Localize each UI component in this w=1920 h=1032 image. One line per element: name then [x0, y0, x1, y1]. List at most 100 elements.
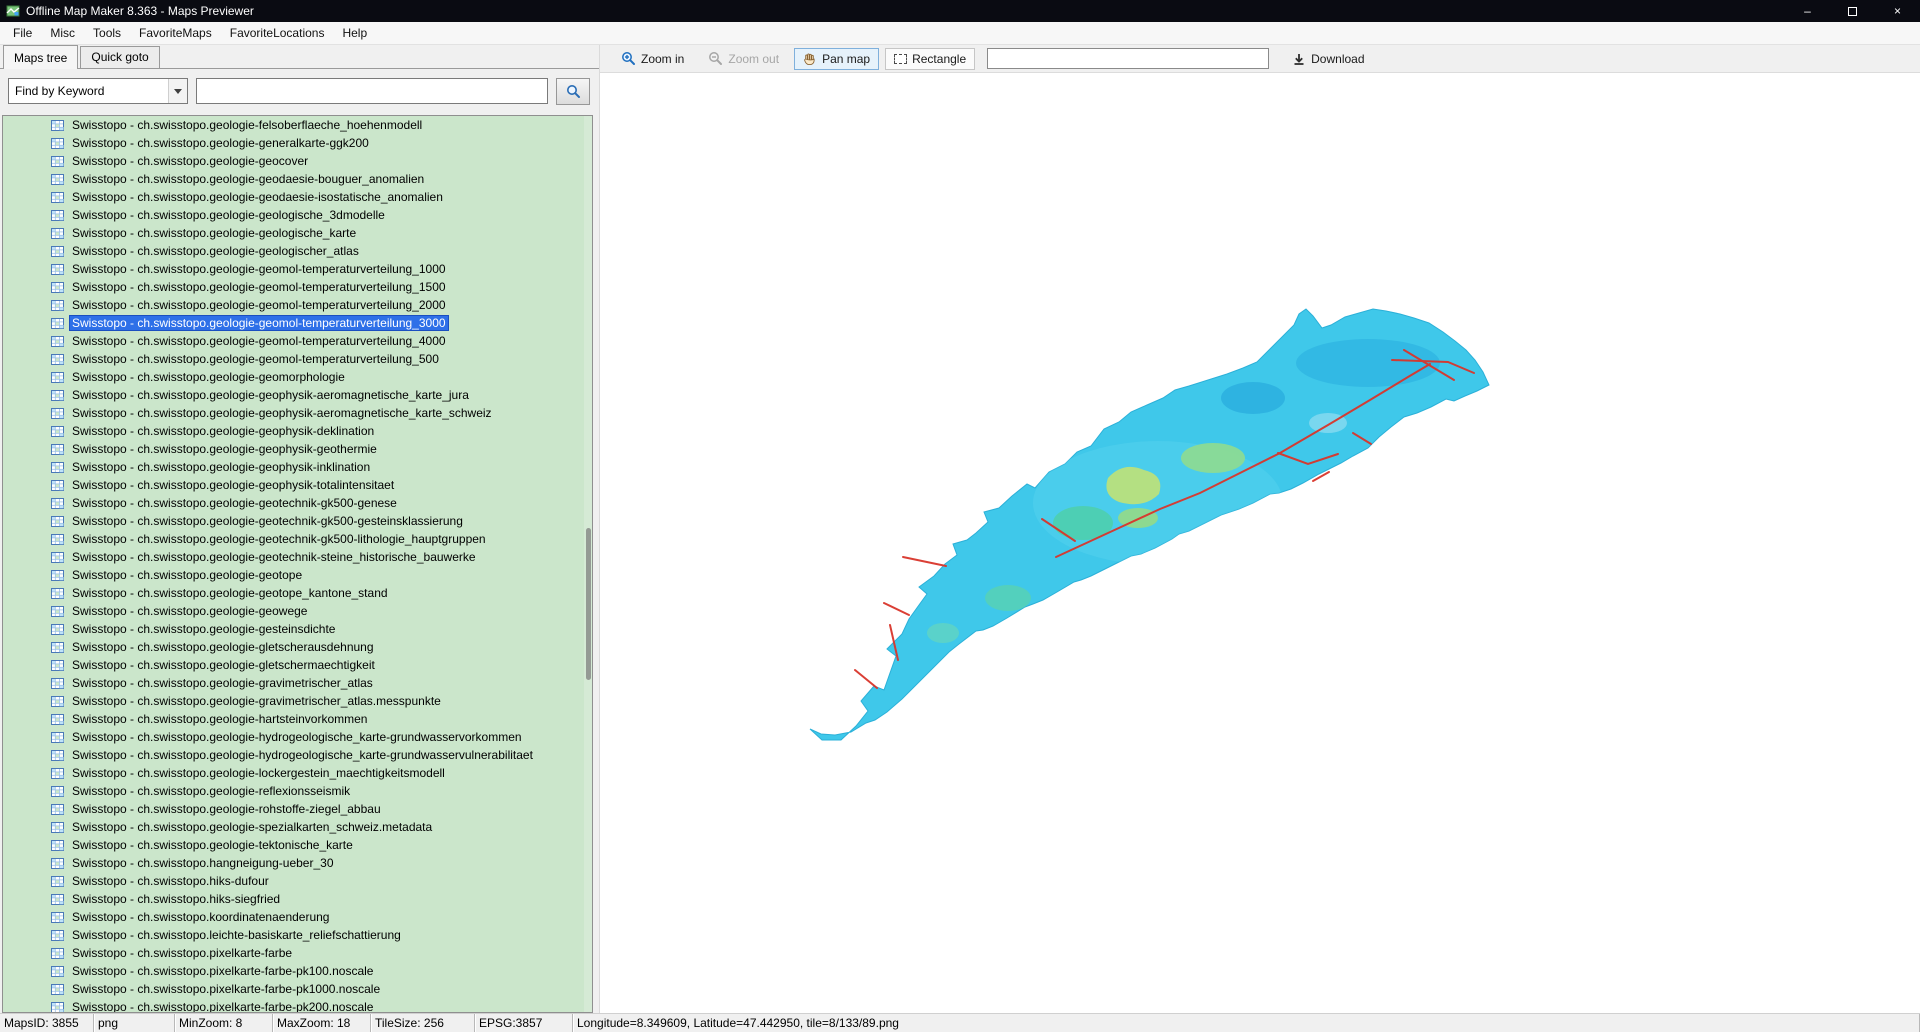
- tree-item[interactable]: Swisstopo - ch.swisstopo.pixelkarte-farb…: [3, 998, 592, 1013]
- map-layer-icon: [51, 696, 64, 707]
- map-layer-icon: [51, 588, 64, 599]
- tree-item-label: Swisstopo - ch.swisstopo.geologie-gletsc…: [69, 639, 377, 655]
- tree-item[interactable]: Swisstopo - ch.swisstopo.hiks-dufour: [3, 872, 592, 890]
- tree-item[interactable]: Swisstopo - ch.swisstopo.geologie-locker…: [3, 764, 592, 782]
- tree-item[interactable]: Swisstopo - ch.swisstopo.geologie-geomol…: [3, 314, 592, 332]
- tree-item[interactable]: Swisstopo - ch.swisstopo.geologie-geophy…: [3, 404, 592, 422]
- menu-misc[interactable]: Misc: [41, 23, 84, 43]
- tree-item[interactable]: Swisstopo - ch.swisstopo.geologie-gletsc…: [3, 656, 592, 674]
- menu-tools[interactable]: Tools: [84, 23, 130, 43]
- tree-item[interactable]: Swisstopo - ch.swisstopo.leichte-basiska…: [3, 926, 592, 944]
- tree-scrollbar[interactable]: [584, 116, 592, 1012]
- tree-item[interactable]: Swisstopo - ch.swisstopo.pixelkarte-farb…: [3, 944, 592, 962]
- tree-item-label: Swisstopo - ch.swisstopo.geologie-gravim…: [69, 693, 444, 709]
- tree-item-label: Swisstopo - ch.swisstopo.pixelkarte-farb…: [69, 981, 383, 997]
- map-layer-icon: [51, 840, 64, 851]
- tree-item[interactable]: Swisstopo - ch.swisstopo.geologie-genera…: [3, 134, 592, 152]
- tree-item[interactable]: Swisstopo - ch.swisstopo.geologie-geolog…: [3, 242, 592, 260]
- tree-item[interactable]: Swisstopo - ch.swisstopo.geologie-reflex…: [3, 782, 592, 800]
- tree-item[interactable]: Swisstopo - ch.swisstopo.geologie-tekton…: [3, 836, 592, 854]
- tree-item[interactable]: Swisstopo - ch.swisstopo.geologie-gletsc…: [3, 638, 592, 656]
- tree-item[interactable]: Swisstopo - ch.swisstopo.geologie-geotec…: [3, 548, 592, 566]
- tree-item[interactable]: Swisstopo - ch.swisstopo.geologie-geophy…: [3, 476, 592, 494]
- tree-item-label: Swisstopo - ch.swisstopo.geologie-geotec…: [69, 495, 400, 511]
- tree-item[interactable]: Swisstopo - ch.swisstopo.geologie-gestei…: [3, 620, 592, 638]
- tree-item[interactable]: Swisstopo - ch.swisstopo.geologie-geolog…: [3, 206, 592, 224]
- tree-item[interactable]: Swisstopo - ch.swisstopo.geologie-geomol…: [3, 350, 592, 368]
- tree-item[interactable]: Swisstopo - ch.swisstopo.geologie-geophy…: [3, 386, 592, 404]
- tree-item[interactable]: Swisstopo - ch.swisstopo.pixelkarte-farb…: [3, 980, 592, 998]
- zoom-out-label: Zoom out: [728, 52, 779, 66]
- map-layer-icon: [51, 372, 64, 383]
- title-bar: Offline Map Maker 8.363 - Maps Previewer…: [0, 0, 1920, 22]
- tree-item-label: Swisstopo - ch.swisstopo.geologie-geophy…: [69, 441, 380, 457]
- menu-file[interactable]: File: [4, 23, 41, 43]
- tree-item[interactable]: Swisstopo - ch.swisstopo.geologie-geomor…: [3, 368, 592, 386]
- map-panel: Zoom in Zoom out: [600, 45, 1920, 1013]
- zoom-in-button[interactable]: Zoom in: [612, 47, 693, 70]
- search-input[interactable]: [196, 78, 548, 104]
- tree-item[interactable]: Swisstopo - ch.swisstopo.geologie-geodae…: [3, 188, 592, 206]
- tree-item[interactable]: Swisstopo - ch.swisstopo.geologie-hydrog…: [3, 728, 592, 746]
- tree-item[interactable]: Swisstopo - ch.swisstopo.geologie-gravim…: [3, 674, 592, 692]
- tree-item[interactable]: Swisstopo - ch.swisstopo.geologie-geomol…: [3, 296, 592, 314]
- tree-item-label: Swisstopo - ch.swisstopo.geologie-geoweg…: [69, 603, 310, 619]
- search-icon: [566, 84, 581, 99]
- find-mode-combobox[interactable]: Find by Keyword: [8, 78, 188, 104]
- download-area-input[interactable]: [987, 48, 1269, 69]
- tree-item[interactable]: Swisstopo - ch.swisstopo.geologie-geotec…: [3, 512, 592, 530]
- menu-favoritemaps[interactable]: FavoriteMaps: [130, 23, 221, 43]
- map-layer-icon: [51, 822, 64, 833]
- search-button[interactable]: [556, 78, 590, 105]
- tree-item[interactable]: Swisstopo - ch.swisstopo.geologie-spezia…: [3, 818, 592, 836]
- pan-map-label: Pan map: [822, 52, 870, 66]
- tree-item[interactable]: Swisstopo - ch.swisstopo.geologie-geocov…: [3, 152, 592, 170]
- window-controls: – ×: [1785, 0, 1920, 22]
- maximize-button[interactable]: [1830, 0, 1875, 22]
- download-button[interactable]: Download: [1283, 48, 1373, 70]
- tree-item[interactable]: Swisstopo - ch.swisstopo.geologie-geophy…: [3, 422, 592, 440]
- pan-hand-icon: [803, 52, 817, 66]
- tab-quick-goto[interactable]: Quick goto: [80, 46, 159, 68]
- tree-item[interactable]: Swisstopo - ch.swisstopo.geologie-geomol…: [3, 260, 592, 278]
- tree-item[interactable]: Swisstopo - ch.swisstopo.geologie-hydrog…: [3, 746, 592, 764]
- tree-scrollbar-thumb[interactable]: [586, 528, 591, 680]
- tree-item[interactable]: Swisstopo - ch.swisstopo.geologie-geotec…: [3, 530, 592, 548]
- tree-item[interactable]: Swisstopo - ch.swisstopo.hiks-siegfried: [3, 890, 592, 908]
- rectangle-button[interactable]: Rectangle: [885, 48, 975, 70]
- tree-item[interactable]: Swisstopo - ch.swisstopo.pixelkarte-farb…: [3, 962, 592, 980]
- minimize-button[interactable]: –: [1785, 0, 1830, 22]
- tree-item[interactable]: Swisstopo - ch.swisstopo.geologie-gravim…: [3, 692, 592, 710]
- tree-item-label: Swisstopo - ch.swisstopo.geologie-reflex…: [69, 783, 353, 799]
- tree-item[interactable]: Swisstopo - ch.swisstopo.geologie-geotop…: [3, 566, 592, 584]
- tree-item[interactable]: Swisstopo - ch.swisstopo.geologie-geotec…: [3, 494, 592, 512]
- menu-favoritelocations[interactable]: FavoriteLocations: [221, 23, 334, 43]
- tree-item[interactable]: Swisstopo - ch.swisstopo.geologie-felsob…: [3, 116, 592, 134]
- tree-item-label: Swisstopo - ch.swisstopo.geologie-tekton…: [69, 837, 356, 853]
- tree-item[interactable]: Swisstopo - ch.swisstopo.koordinatenaend…: [3, 908, 592, 926]
- map-toolbar: Zoom in Zoom out: [600, 45, 1920, 73]
- map-layer-icon: [51, 390, 64, 401]
- map-layer-icon: [51, 984, 64, 995]
- tree-item-label: Swisstopo - ch.swisstopo.pixelkarte-farb…: [69, 963, 376, 979]
- tree-item[interactable]: Swisstopo - ch.swisstopo.geologie-geolog…: [3, 224, 592, 242]
- tree-item[interactable]: Swisstopo - ch.swisstopo.geologie-geophy…: [3, 458, 592, 476]
- tree-item[interactable]: Swisstopo - ch.swisstopo.geologie-geoweg…: [3, 602, 592, 620]
- map-viewport[interactable]: [600, 73, 1920, 1013]
- menu-help[interactable]: Help: [333, 23, 376, 43]
- combo-dropdown-button[interactable]: [168, 79, 187, 103]
- tab-maps-tree[interactable]: Maps tree: [3, 45, 78, 69]
- tree-item[interactable]: Swisstopo - ch.swisstopo.geologie-rohsto…: [3, 800, 592, 818]
- tree-item[interactable]: Swisstopo - ch.swisstopo.geologie-hartst…: [3, 710, 592, 728]
- tree-item[interactable]: Swisstopo - ch.swisstopo.geologie-geotop…: [3, 584, 592, 602]
- pan-map-button[interactable]: Pan map: [794, 48, 879, 70]
- close-button[interactable]: ×: [1875, 0, 1920, 22]
- map-layer-icon: [51, 300, 64, 311]
- tree-item[interactable]: Swisstopo - ch.swisstopo.geologie-geomol…: [3, 332, 592, 350]
- tree-item[interactable]: Swisstopo - ch.swisstopo.geologie-geomol…: [3, 278, 592, 296]
- tree-item[interactable]: Swisstopo - ch.swisstopo.geologie-geodae…: [3, 170, 592, 188]
- tree-item-label: Swisstopo - ch.swisstopo.geologie-geomol…: [69, 261, 449, 277]
- tree-item[interactable]: Swisstopo - ch.swisstopo.geologie-geophy…: [3, 440, 592, 458]
- zoom-out-button[interactable]: Zoom out: [699, 47, 788, 70]
- tree-item[interactable]: Swisstopo - ch.swisstopo.hangneigung-ueb…: [3, 854, 592, 872]
